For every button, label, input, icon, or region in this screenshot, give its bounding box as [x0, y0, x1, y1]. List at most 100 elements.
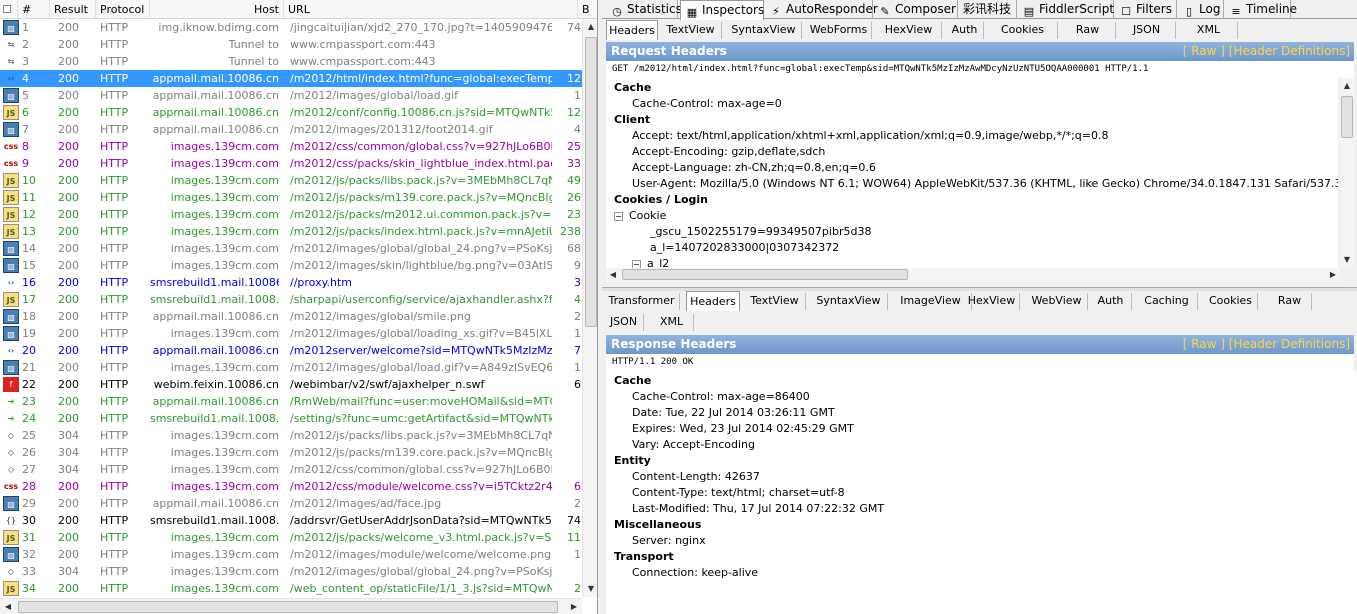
col-num-header[interactable]: #	[18, 0, 50, 19]
response-header-links[interactable]: [ Raw ] [Header Definitions]	[1183, 335, 1350, 354]
tab-json[interactable]: JSON	[604, 314, 644, 331]
table-row[interactable]: ▧ 21 200 HTTP images.139cm.com/m2012/images/…	[0, 359, 582, 376]
col-result-header[interactable]: Result	[50, 0, 96, 19]
tab-transformer[interactable]: Transformer	[604, 293, 680, 310]
table-row[interactable]: ▧ 32 200 HTTP images.139cm.com/m2012/images/…	[0, 546, 582, 563]
table-row[interactable]: ▧ 14 200 HTTP images.139cm.com/m2012/images/…	[0, 240, 582, 257]
tab-raw[interactable]: Raw	[1060, 22, 1116, 39]
tab-filters[interactable]: ☐ Filters	[1115, 0, 1177, 19]
tab-cookies[interactable]: Cookies	[1204, 293, 1258, 310]
row-result: 304	[58, 565, 79, 578]
table-row[interactable]: JS 10 200 HTTP images.139cm.com/m2012/js/pac…	[0, 172, 582, 189]
scroll-right-icon[interactable]: ▶	[566, 599, 582, 614]
tab-webforms[interactable]: WebForms	[806, 22, 872, 39]
tab-imageview[interactable]: ImageView	[890, 293, 972, 310]
cookie-node[interactable]: − Cookie	[606, 208, 1338, 224]
scroll-left-icon[interactable]: ◀	[606, 267, 620, 283]
table-row[interactable]: ▧ 29 200 HTTP appmail.mail.10086.cn/m2012/im…	[0, 495, 582, 512]
collapse-icon[interactable]: −	[614, 212, 623, 221]
request-header-links[interactable]: [ Raw ] [Header Definitions]	[1183, 42, 1350, 61]
request-tree-hscrollbar[interactable]: ◀ ▶	[606, 268, 1340, 282]
table-row[interactable]: ‹› 16 200 HTTP smsrebuild1.mail.10086.cn //pr…	[0, 274, 582, 291]
col-protocol-header[interactable]: Protocol	[96, 0, 150, 19]
session-list-vertical-scrollbar[interactable]: ▲ ▼	[582, 19, 597, 597]
row-url: /m2012/css/packs/skin_lightblue_index.ht…	[290, 157, 552, 170]
tab-textview[interactable]: TextView	[744, 293, 806, 310]
table-row[interactable]: ⇆ 2 200 HTTP Tunnel to www.cmpassport.com:443	[0, 36, 582, 53]
table-row[interactable]: JS 34 200 HTTP images.139cm.com/web_content_…	[0, 580, 582, 597]
tab-inspectors[interactable]: ▦ Inspectors	[680, 0, 764, 20]
tab-headers[interactable]: Headers	[606, 20, 658, 40]
tab-[interactable]: 彩讯科技	[959, 0, 1017, 19]
row-url: /m2012/js/packs/index.html.pack.js?v=mnA…	[290, 225, 552, 238]
scroll-down-icon[interactable]: ▼	[1340, 252, 1354, 268]
tab-xml[interactable]: XML	[1180, 22, 1238, 39]
row-body: 33	[567, 157, 581, 170]
table-row[interactable]: JS 12 200 HTTP images.139cm.com/m2012/js/pac…	[0, 206, 582, 223]
scroll-right-icon[interactable]: ▶	[1326, 267, 1340, 283]
status-line: HTTP/1.1 200 OK	[606, 354, 1354, 371]
session-list-horizontal-scrollbar[interactable]: ◀ ▶	[0, 598, 582, 614]
tab-syntaxview[interactable]: SyntaxView	[810, 293, 888, 310]
cookie-node-a-l2[interactable]: − a_l2	[606, 256, 1338, 268]
table-row[interactable]: JS 13 200 HTTP images.139cm.com/m2012/js/pac…	[0, 223, 582, 240]
tab-auth[interactable]: Auth	[946, 22, 984, 39]
table-row[interactable]: ➔ 24 200 HTTP smsrebuild1.mail.1008... /setti…	[0, 410, 582, 427]
row-result: 304	[58, 446, 79, 459]
tab-xml[interactable]: XML	[650, 314, 694, 331]
table-row[interactable]: JS 11 200 HTTP images.139cm.com/m2012/js/pac…	[0, 189, 582, 206]
scroll-thumb-h[interactable]	[18, 601, 558, 613]
scroll-thumb-h[interactable]	[622, 269, 908, 280]
table-row[interactable]: css 8 200 HTTP images.139cm.com/m2012/css/co…	[0, 138, 582, 155]
scroll-down-icon[interactable]: ▼	[583, 581, 597, 597]
table-row[interactable]: ◇ 33 304 HTTP images.139cm.com/m2012/images/…	[0, 563, 582, 580]
scroll-thumb[interactable]	[585, 37, 597, 327]
tab-statistics[interactable]: ◷ Statistics	[606, 0, 682, 19]
table-row[interactable]: ◇ 25 304 HTTP images.139cm.com/m2012/js/pack…	[0, 427, 582, 444]
scroll-up-icon[interactable]: ▲	[583, 19, 597, 35]
table-row[interactable]: JS 17 200 HTTP smsrebuild1.mail.1008... /shar…	[0, 291, 582, 308]
table-row[interactable]: ▧ 7 200 HTTP appmail.mail.10086.cn/m2012/ima…	[0, 121, 582, 138]
tab-webview[interactable]: WebView	[1026, 293, 1088, 310]
request-tree-scrollbar[interactable]: ▲ ▼	[1340, 78, 1354, 268]
table-row[interactable]: JS 31 200 HTTP images.139cm.com/m2012/js/pac…	[0, 529, 582, 546]
tab-autoresponder[interactable]: ⚡ AutoResponder	[765, 0, 878, 19]
table-row[interactable]: css 28 200 HTTP images.139cm.com/m2012/css/m…	[0, 478, 582, 495]
table-row[interactable]: ‹› 20 200 HTTP appmail.mail.10086.cn/m2012se…	[0, 342, 582, 359]
tab-textview[interactable]: TextView	[660, 22, 722, 39]
table-row[interactable]: ▧ 15 200 HTTP images.139cm.com/m2012/images/…	[0, 257, 582, 274]
table-row[interactable]: ◇ 27 304 HTTP images.139cm.com/m2012/css/com…	[0, 461, 582, 478]
table-row[interactable]: ▧ 5 200 HTTP appmail.mail.10086.cn/m2012/ima…	[0, 87, 582, 104]
tab-raw[interactable]: Raw	[1268, 293, 1312, 310]
scroll-up-icon[interactable]: ▲	[1340, 78, 1354, 94]
col-body-header[interactable]: B	[578, 0, 597, 19]
tab-fiddlerscript[interactable]: ▤ FiddlerScript	[1018, 0, 1114, 19]
scroll-thumb[interactable]	[1341, 96, 1353, 138]
col-host-header[interactable]: Host	[150, 0, 284, 19]
tab-log[interactable]: ▯ Log	[1178, 0, 1224, 19]
table-row[interactable]: ➔ 23 200 HTTP appmail.mail.10086.cn/RmWeb/ma…	[0, 393, 582, 410]
collapse-icon[interactable]: −	[632, 260, 641, 268]
tab-hexview[interactable]: HexView	[964, 293, 1020, 310]
tab-json[interactable]: JSON	[1118, 22, 1176, 39]
table-row[interactable]: ▧ 18 200 HTTP appmail.mail.10086.cn/m2012/im…	[0, 308, 582, 325]
scroll-left-icon[interactable]: ◀	[0, 599, 16, 614]
tab-cookies[interactable]: Cookies	[988, 22, 1058, 39]
tab-hexview[interactable]: HexView	[876, 22, 942, 39]
tab-syntaxview[interactable]: SyntaxView	[726, 22, 802, 39]
table-row[interactable]: ⇆ 3 200 HTTP Tunnel to www.cmpassport.com:443	[0, 53, 582, 70]
table-row[interactable]: ▧ 19 200 HTTP images.139cm.com/m2012/images/…	[0, 325, 582, 342]
tab-composer[interactable]: ✎ Composer	[874, 0, 958, 19]
table-row[interactable]: {} 30 200 HTTP smsrebuild1.mail.1008... /addr…	[0, 512, 582, 529]
table-row[interactable]: f 22 200 HTTP webim.feixin.10086.cn/webimbar…	[0, 376, 582, 393]
table-row[interactable]: JS 6 200 HTTP appmail.mail.10086.cn/m2012/co…	[0, 104, 582, 121]
table-row[interactable]: css 9 200 HTTP images.139cm.com/m2012/css/pa…	[0, 155, 582, 172]
table-row[interactable]: ‹› 4 200 HTTP appmail.mail.10086.cn/m2012/ht…	[0, 70, 582, 87]
col-url-header[interactable]: URL	[284, 0, 578, 19]
tab-headers[interactable]: Headers	[686, 291, 740, 311]
tab-caching[interactable]: Caching	[1136, 293, 1198, 310]
table-row[interactable]: ◇ 26 304 HTTP images.139cm.com/m2012/js/pack…	[0, 444, 582, 461]
table-row[interactable]: ▧ 1 200 HTTP img.iknow.bdimg.com/jingcaituij…	[0, 19, 582, 36]
tab-auth[interactable]: Auth	[1090, 293, 1132, 310]
tab-timeline[interactable]: ≡ Timeline	[1225, 0, 1297, 19]
